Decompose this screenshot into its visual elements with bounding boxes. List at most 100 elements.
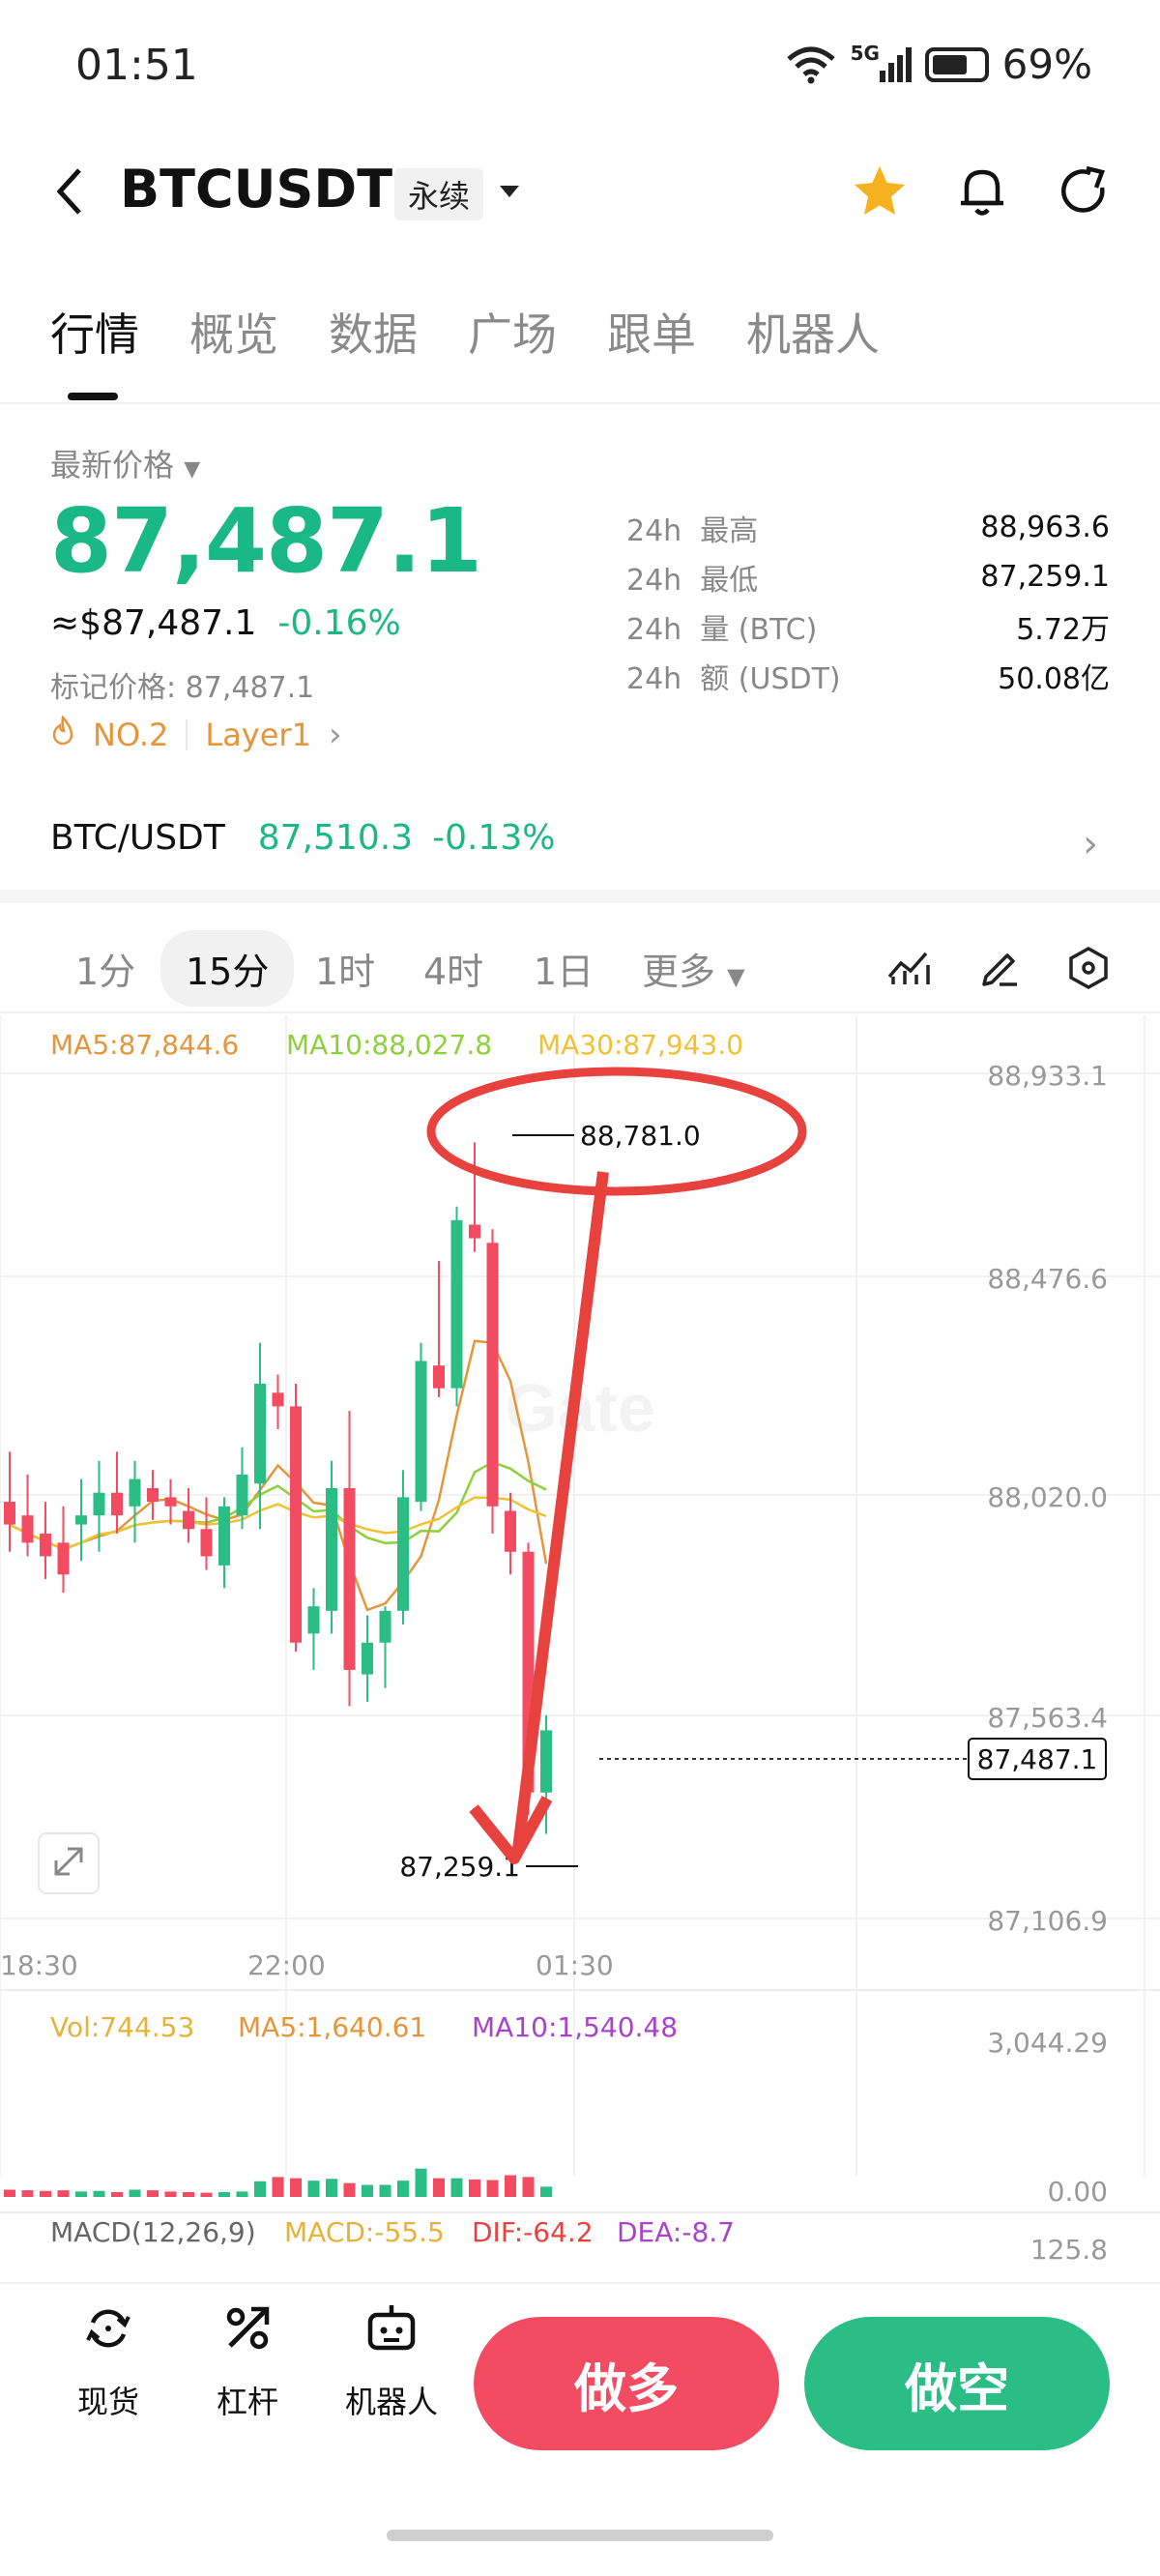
candle (111, 1492, 123, 1516)
bot-button[interactable]: 机器人 (329, 2299, 454, 2422)
spot-ticker[interactable]: BTC/USDT 87,510.3 -0.13% (50, 818, 555, 858)
tab-copytrade[interactable]: 跟单 (607, 300, 696, 364)
signal-icon: 5G (851, 42, 912, 82)
spot-button[interactable]: 现货 (50, 2299, 166, 2422)
volume-bar (21, 2190, 34, 2197)
share-icon[interactable] (1056, 162, 1114, 220)
exchange-icon (50, 2299, 166, 2372)
volume-bar (522, 2177, 535, 2197)
volume-bar (433, 2178, 445, 2197)
candle (307, 1606, 320, 1634)
volume-bar (4, 2189, 15, 2197)
candle (147, 1488, 159, 1503)
timeframe-1m[interactable]: 1分 (75, 942, 135, 995)
divider (0, 1011, 1160, 1013)
tab-overview[interactable]: 概览 (189, 300, 278, 364)
candle (129, 1478, 141, 1507)
timeframe-more[interactable]: 更多 ▼ (642, 942, 745, 995)
macd-top-tick: 125.8 (1030, 2234, 1108, 2266)
x-tick: 22:00 (247, 1949, 326, 1981)
timeframe-1h[interactable]: 1时 (315, 942, 375, 995)
mark-price: 标记价格: 87,487.1 (50, 671, 315, 705)
timeframe-4h[interactable]: 4时 (423, 942, 483, 995)
y-tick: 88,933.1 (987, 1060, 1108, 1092)
x-tick: 18:30 (0, 1949, 78, 1981)
status-bar: 01:51 5G 69% (0, 0, 1160, 145)
volume-bar (272, 2177, 284, 2197)
leverage-label: 杠杆 (216, 2384, 278, 2420)
chevron-right-icon[interactable]: › (329, 716, 342, 754)
back-icon[interactable] (50, 162, 89, 220)
page-title: BTCUSDT (120, 159, 393, 220)
short-button[interactable]: 做空 (804, 2317, 1110, 2450)
leverage-button[interactable]: 杠杆 (189, 2299, 305, 2422)
volume-bar (450, 2178, 463, 2197)
timeframe-1d[interactable]: 1日 (534, 942, 594, 995)
volume-bar (326, 2179, 337, 2197)
candle (379, 1610, 392, 1643)
long-button[interactable]: 做多 (474, 2317, 779, 2450)
contract-type-badge[interactable]: 永续 (394, 168, 484, 220)
candle (57, 1542, 70, 1575)
candle (21, 1515, 34, 1543)
candle (415, 1361, 427, 1503)
indicator-icon[interactable] (887, 948, 932, 986)
volume-bar (505, 2175, 516, 2197)
flame-icon (50, 715, 75, 754)
high-label: 88,781.0 (580, 1120, 701, 1152)
tab-market[interactable]: 行情 (50, 300, 139, 364)
timeframe-15m[interactable]: 15分 (160, 930, 295, 1007)
tag-row: NO.2 Layer1 › (50, 715, 342, 754)
vol-bottom-tick: 0.00 (1048, 2176, 1108, 2208)
network-label: 5G (850, 41, 880, 65)
status-time: 01:51 (75, 41, 198, 90)
draw-icon[interactable] (978, 946, 1021, 988)
chevron-right-icon[interactable]: › (1083, 822, 1098, 866)
tab-bot[interactable]: 机器人 (746, 300, 880, 364)
settings-hexagon-icon[interactable] (1067, 946, 1110, 990)
candle (486, 1243, 499, 1507)
bell-icon[interactable] (953, 162, 1011, 220)
usd-price-row: ≈$87,487.1 -0.16% (50, 603, 401, 643)
volume-bar (218, 2192, 230, 2197)
volume-bar (183, 2192, 194, 2197)
latest-price: 87,487.1 (50, 489, 482, 593)
ma-line (9, 1460, 547, 1551)
status-icons: 5G 69% (785, 41, 1092, 88)
macd-title: MACD(12,26,9) (50, 2216, 256, 2248)
spot-label: 现货 (76, 2384, 139, 2420)
latest-price-label[interactable]: 最新价格 ▼ (50, 441, 200, 485)
volume-bar (486, 2180, 499, 2197)
macd-label: MACD:-55.5 (284, 2216, 445, 2248)
candle (218, 1506, 230, 1566)
battery-icon (924, 46, 989, 82)
timeframe-bar: 1分 15分 1时 4时 1日 更多 ▼ (0, 913, 1160, 1010)
leverage-icon (189, 2299, 305, 2372)
ma30-label: MA30:87,943.0 (537, 1029, 743, 1061)
change-percent: -0.16% (277, 603, 401, 643)
stat-row: 24h 最高 88,963.6 (626, 511, 1110, 548)
divider (0, 402, 1160, 404)
volume-bar (254, 2181, 266, 2197)
volume-bar (415, 2168, 427, 2197)
star-icon[interactable] (851, 162, 909, 220)
home-indicator[interactable] (387, 2530, 773, 2541)
wifi-icon (787, 46, 835, 83)
expand-icon[interactable] (38, 1832, 100, 1894)
tab-data[interactable]: 数据 (329, 300, 418, 364)
candle (326, 1488, 337, 1611)
kline-chart[interactable]: Gate MA5:87,844.6 MA10:88,027.8 MA30:87,… (0, 1015, 1160, 2282)
candle (505, 1510, 516, 1552)
y-tick: 88,476.6 (987, 1263, 1108, 1295)
divider (186, 719, 188, 750)
vol-ma5-label: MA5:1,640.61 (238, 2011, 426, 2043)
tab-square[interactable]: 广场 (468, 300, 557, 364)
dea-label: DEA:-8.7 (617, 2216, 735, 2248)
stat-row: 24h 最低 87,259.1 (626, 560, 1110, 598)
main-tabs: 行情 概览 数据 广场 跟单 机器人 (50, 300, 880, 364)
rank-tag[interactable]: NO.2 (93, 717, 168, 753)
candles (4, 1142, 552, 1834)
battery-percent: 69% (1001, 41, 1092, 88)
chevron-down-icon[interactable] (498, 184, 521, 199)
category-tag[interactable]: Layer1 (205, 717, 311, 753)
